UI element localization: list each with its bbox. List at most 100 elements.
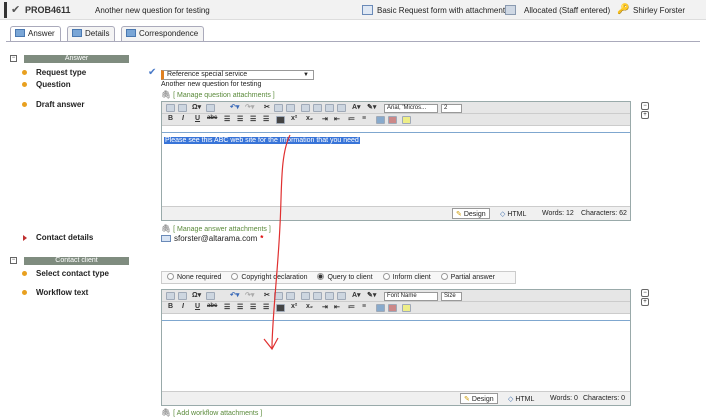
- font-size-select[interactable]: 2: [441, 104, 462, 113]
- highlight-icon[interactable]: ✎▾: [367, 103, 376, 111]
- italic-button[interactable]: I: [182, 115, 184, 122]
- contact-section-header: Contact client: [24, 257, 129, 265]
- outdent-icon[interactable]: ⇤: [334, 303, 340, 311]
- draft-answer-editor[interactable]: Ω▾ ↶▾ ↷▾ ✂ A▾ ✎▾ Arial, 'Micros... 2 B I…: [161, 101, 631, 221]
- paste-icon[interactable]: [286, 104, 295, 112]
- strikethrough-button[interactable]: abc: [207, 303, 217, 309]
- numbered-list-icon[interactable]: ≡: [362, 303, 366, 310]
- justify-icon[interactable]: ☰: [263, 115, 269, 123]
- indent-icon[interactable]: ⇥: [322, 115, 328, 123]
- underline-button[interactable]: U: [195, 115, 200, 122]
- radio-button[interactable]: [167, 273, 174, 280]
- spellcheck-icon[interactable]: [166, 292, 175, 300]
- align-left-icon[interactable]: ☰: [224, 115, 230, 123]
- bold-button[interactable]: B: [168, 115, 173, 122]
- undo-icon[interactable]: ↶▾: [230, 103, 239, 111]
- form-name[interactable]: Basic Request form with attachments: [377, 6, 509, 15]
- design-mode-button[interactable]: ✎ Design: [452, 208, 490, 219]
- image-icon[interactable]: [178, 104, 187, 112]
- tab-correspondence[interactable]: Correspondence: [121, 26, 205, 41]
- bullet-list-icon[interactable]: ≔: [348, 115, 355, 123]
- font-name-select[interactable]: Font Name: [384, 292, 438, 301]
- paste-text-icon[interactable]: [301, 292, 310, 300]
- bullet-list-icon[interactable]: ≔: [348, 303, 355, 311]
- workflow-text-editor[interactable]: Ω▾ ↶▾ ↷▾ ✂ A▾ ✎▾ Font Name Size B I U ab…: [161, 289, 631, 406]
- underline-button[interactable]: U: [195, 303, 200, 310]
- eraser-icon[interactable]: [402, 304, 411, 312]
- highlight-icon[interactable]: ✎▾: [367, 291, 376, 299]
- expand-editor-icon[interactable]: +: [641, 111, 649, 119]
- expand-editor-icon[interactable]: +: [641, 298, 649, 306]
- assigned-user[interactable]: Shirley Forster: [633, 6, 685, 15]
- undo-icon[interactable]: ↶▾: [230, 291, 239, 299]
- subscript-button[interactable]: x₂: [306, 303, 313, 310]
- radio-button-selected[interactable]: [317, 273, 325, 280]
- radio-none-required[interactable]: None required: [167, 273, 221, 281]
- image-icon[interactable]: [178, 292, 187, 300]
- contact-details-label[interactable]: Contact details: [36, 233, 93, 242]
- align-right-icon[interactable]: ☰: [250, 115, 256, 123]
- font-name-select[interactable]: Arial, 'Micros...: [384, 104, 438, 113]
- italic-button[interactable]: I: [182, 303, 184, 310]
- font-color-icon[interactable]: A▾: [352, 103, 361, 111]
- omega-icon[interactable]: Ω▾: [192, 103, 201, 111]
- request-status[interactable]: Allocated (Staff entered): [524, 6, 610, 15]
- cut-icon[interactable]: ✂: [264, 103, 270, 111]
- align-left-icon[interactable]: ☰: [224, 303, 230, 311]
- paste-word-icon[interactable]: [313, 104, 322, 112]
- collapse-answer-icon[interactable]: −: [10, 55, 17, 62]
- expand-arrow-icon[interactable]: [23, 235, 27, 241]
- format-icon[interactable]: [206, 104, 215, 112]
- collapse-editor-icon[interactable]: −: [641, 289, 649, 297]
- paste-word-icon[interactable]: [313, 292, 322, 300]
- superscript-button[interactable]: x²: [291, 115, 297, 122]
- outdent-icon[interactable]: ⇤: [334, 115, 340, 123]
- radio-button[interactable]: [382, 273, 390, 280]
- copy-icon[interactable]: [274, 104, 283, 112]
- paste-special-icon[interactable]: [337, 292, 346, 300]
- numbered-list-icon[interactable]: ≡: [362, 115, 366, 122]
- manage-question-attachments-link[interactable]: [ Manage question attachments ]: [173, 92, 275, 99]
- html-mode-button[interactable]: ◇ HTML: [500, 210, 526, 218]
- unlink-icon[interactable]: [388, 304, 397, 312]
- bold-button[interactable]: B: [168, 303, 173, 310]
- tab-answer[interactable]: Answer: [10, 26, 61, 42]
- question-attachments[interactable]: 🖇[ Manage question attachments ]: [161, 90, 275, 99]
- strikethrough-button[interactable]: abc: [207, 115, 217, 121]
- tab-details[interactable]: Details: [67, 26, 116, 41]
- collapse-editor-icon[interactable]: −: [641, 102, 649, 110]
- font-size-select[interactable]: Size: [441, 292, 462, 301]
- request-type-select[interactable]: Reference special service ▼: [161, 70, 314, 80]
- eraser-icon[interactable]: [402, 116, 411, 124]
- workflow-attachments[interactable]: 🖇[ Add workflow attachments ]: [161, 408, 262, 417]
- collapse-contact-icon[interactable]: −: [10, 257, 17, 264]
- radio-button[interactable]: [231, 273, 239, 280]
- spellcheck-icon[interactable]: [166, 104, 175, 112]
- align-center-icon[interactable]: ☰: [237, 303, 243, 311]
- radio-partial-answer[interactable]: Partial answer: [440, 273, 495, 281]
- align-center-icon[interactable]: ☰: [237, 115, 243, 123]
- font-color-icon[interactable]: A▾: [352, 291, 361, 299]
- format-icon[interactable]: [206, 292, 215, 300]
- design-mode-button[interactable]: ✎ Design: [460, 393, 498, 404]
- design-label: Design: [463, 211, 486, 218]
- paste-special-icon[interactable]: [337, 104, 346, 112]
- indent-icon[interactable]: ⇥: [322, 303, 328, 311]
- subscript-button[interactable]: x₂: [306, 115, 313, 122]
- paste-html-icon[interactable]: [325, 292, 334, 300]
- paste-text-icon[interactable]: [301, 104, 310, 112]
- paste-html-icon[interactable]: [325, 104, 334, 112]
- add-workflow-attachments-link[interactable]: [ Add workflow attachments ]: [173, 410, 262, 417]
- radio-query-to-client[interactable]: Query to client: [317, 273, 373, 281]
- unlink-icon[interactable]: [388, 116, 397, 124]
- workflow-text-content[interactable]: [162, 320, 630, 391]
- html-mode-button[interactable]: ◇ HTML: [508, 395, 534, 403]
- redo-icon[interactable]: ↷▾: [245, 103, 254, 111]
- block-icon[interactable]: [276, 116, 285, 124]
- link-icon[interactable]: [376, 116, 385, 124]
- link-icon[interactable]: [376, 304, 385, 312]
- omega-icon[interactable]: Ω▾: [192, 291, 201, 299]
- radio-inform-client[interactable]: Inform client: [382, 273, 431, 281]
- radio-button[interactable]: [440, 273, 448, 280]
- draft-answer-content[interactable]: Please see this ABC web site for the inf…: [162, 132, 630, 207]
